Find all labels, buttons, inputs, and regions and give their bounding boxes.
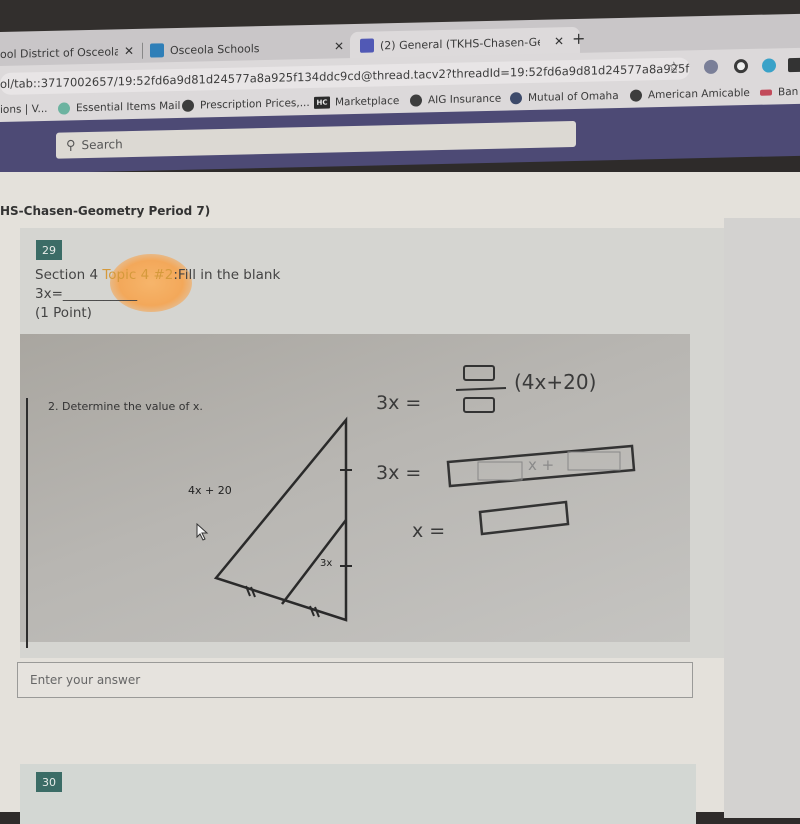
bookmark-label: American Amicable (648, 86, 750, 102)
bookmark-label: Prescription Prices,... (200, 96, 310, 112)
essential-icon (58, 102, 70, 115)
fraction-bar (455, 387, 507, 391)
answer-box (478, 500, 570, 536)
extensions-puzzle-icon[interactable] (788, 57, 800, 73)
equation2-lhs: 3x = (376, 462, 422, 484)
label-hypotenuse: 4x + 20 (188, 484, 232, 497)
bookmark-marketplace[interactable]: HC Marketplace (314, 95, 399, 109)
question-line1-hidden: Topic 4 #2 (102, 267, 174, 283)
equation3-lhs: x = (412, 520, 446, 542)
question-text: Section 4 Topic 4 #2:Fill in the blank 3… (35, 266, 280, 323)
coef-box (477, 461, 523, 481)
question-line1-post: :Fill in the blank (173, 267, 281, 283)
question-number: 30 (36, 772, 62, 792)
hc-icon: HC (314, 96, 330, 109)
bookmark-mutual-of-omaha[interactable]: Mutual of Omaha (510, 89, 619, 105)
globe-icon (410, 94, 422, 107)
question-card-29: 29 Section 4 Topic 4 #2:Fill in the blan… (20, 228, 724, 658)
equation1-lhs: 3x = (376, 392, 422, 414)
bookmark-aig-insurance[interactable]: AIG Insurance (410, 93, 501, 107)
midsegment-line (281, 519, 347, 605)
bookmark-american-amicable[interactable]: American Amicable (630, 87, 750, 102)
double-tick-mark (250, 586, 256, 598)
bookmark-label: AIG Insurance (428, 92, 502, 107)
new-tab-button[interactable]: + (572, 29, 585, 48)
close-icon[interactable]: ✕ (328, 39, 350, 54)
extension-grammar-icon[interactable] (762, 58, 776, 73)
globe-icon (630, 89, 642, 102)
equation2-mid: x + (528, 456, 555, 474)
bookmark-label: Marketplace (335, 94, 400, 109)
question-line1-pre: Section 4 (35, 267, 103, 283)
denominator-box (463, 397, 495, 413)
double-tick-mark (309, 605, 315, 617)
bookmark-label: Mutual of Omaha (528, 89, 619, 105)
mouse-cursor-icon (196, 523, 209, 541)
channel-title: HS-Chasen-Geometry Period 7) (0, 204, 211, 218)
bookmark-star-icon[interactable]: ☆ (668, 60, 680, 75)
extension-circle-icon[interactable] (734, 59, 748, 74)
tab-label: (2) General (TKHS-Chasen-Geom (380, 35, 540, 52)
tab-label: Osceola Schools (170, 41, 260, 57)
label-midsegment: 3x (320, 558, 333, 569)
equation1-rhs: (4x+20) (514, 370, 597, 394)
const-box (567, 451, 621, 471)
bookmark-essential-items-mail[interactable]: Essential Items Mail (58, 100, 180, 115)
numerator-box (463, 365, 495, 381)
omaha-icon (510, 92, 522, 105)
search-input[interactable]: ⚲ Search (56, 120, 576, 159)
outer-triangle (213, 416, 348, 622)
search-placeholder: Search (81, 137, 123, 153)
bookmark-label: Essential Items Mail (76, 99, 181, 115)
tab-separator (142, 42, 143, 59)
bank-icon (760, 89, 772, 96)
osceola-icon (150, 43, 164, 58)
screen: ool District of Osceola Co ✕ Osceola Sch… (0, 0, 800, 824)
close-icon[interactable]: ✕ (118, 44, 140, 59)
right-panel (724, 218, 800, 818)
bookmark-prescription-prices[interactable]: Prescription Prices,... (182, 97, 310, 112)
bookmark-label: Ban (778, 85, 799, 99)
forms-page: HS-Chasen-Geometry Period 7) 29 Section … (0, 172, 800, 824)
question-line2: 3x=___________ (35, 286, 138, 302)
extension-camera-icon[interactable] (704, 59, 718, 75)
search-icon: ⚲ (66, 137, 76, 154)
answer-input[interactable]: Enter your answer (17, 662, 693, 698)
teams-icon (360, 38, 374, 53)
globe-icon (182, 99, 194, 112)
worksheet-image: 2. Determine the value of x. 4x + 20 3x … (20, 334, 690, 648)
bookmark-bank[interactable]: Ban (760, 86, 798, 99)
bookmark-label: ions | V... (0, 102, 48, 116)
question-number: 29 (36, 240, 62, 260)
question-points: (1 Point) (35, 305, 92, 321)
question-card-30: 30 (20, 764, 696, 824)
tab-label: ool District of Osceola Co (0, 44, 118, 61)
close-icon[interactable]: ✕ (548, 34, 570, 49)
bookmark-item[interactable]: ions | V... (0, 103, 48, 116)
